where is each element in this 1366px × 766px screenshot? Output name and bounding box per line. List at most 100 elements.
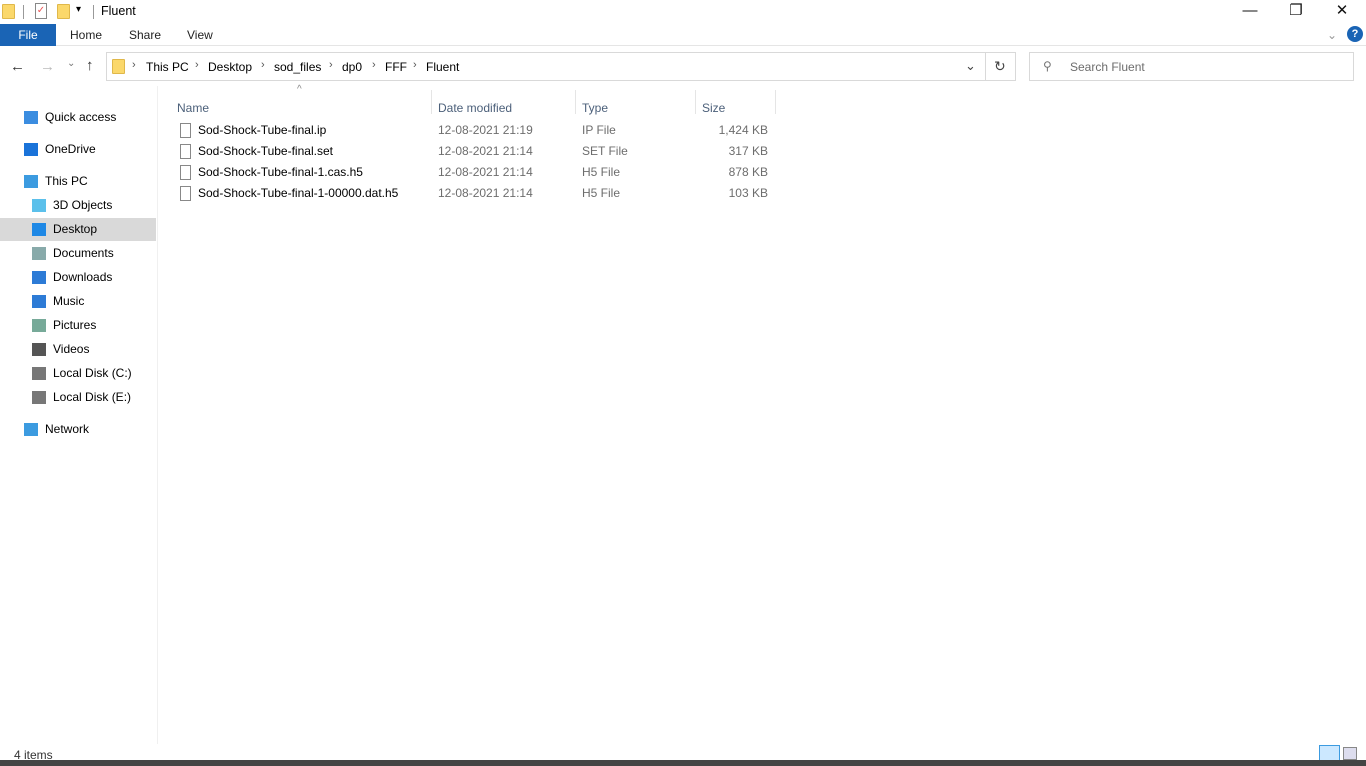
file-name: Sod-Shock-Tube-final.ip bbox=[198, 123, 327, 137]
sidebar-item-desktop[interactable]: Desktop bbox=[0, 218, 156, 241]
file-icon bbox=[180, 123, 191, 138]
forward-button[interactable]: → bbox=[40, 58, 55, 75]
folder-icon bbox=[2, 4, 15, 19]
sidebar-item-videos[interactable]: Videos bbox=[0, 338, 156, 361]
cloud-icon bbox=[24, 143, 38, 156]
navigation-pane: Quick access OneDrive This PC 3D Objects Des… bbox=[0, 105, 157, 745]
sidebar-item-pictures[interactable]: Pictures bbox=[0, 314, 156, 337]
sidebar-item-onedrive[interactable]: OneDrive bbox=[0, 138, 156, 161]
sidebar-item-label: Local Disk (C:) bbox=[53, 366, 132, 380]
tab-home[interactable]: Home bbox=[70, 24, 102, 46]
sidebar-item-downloads[interactable]: Downloads bbox=[0, 266, 156, 289]
sort-ascending-icon: ^ bbox=[297, 84, 302, 95]
sidebar-item-local-disk-c[interactable]: Local Disk (C:) bbox=[0, 362, 156, 385]
file-size: 878 KB bbox=[728, 165, 768, 179]
up-button[interactable]: ↑ bbox=[86, 57, 94, 74]
music-icon bbox=[32, 295, 46, 308]
search-input[interactable]: Search Fluent bbox=[1070, 60, 1145, 74]
column-header-type[interactable]: Type bbox=[582, 101, 608, 115]
sidebar-item-label: Documents bbox=[53, 246, 114, 260]
file-icon bbox=[180, 165, 191, 180]
file-date: 12-08-2021 21:14 bbox=[438, 186, 533, 200]
breadcrumb-fff[interactable]: FFF bbox=[385, 60, 407, 74]
file-name: Sod-Shock-Tube-final-1-00000.dat.h5 bbox=[198, 186, 399, 200]
drive-icon bbox=[32, 391, 46, 404]
close-button[interactable]: ✕ bbox=[1319, 0, 1365, 24]
address-dropdown-icon[interactable]: ⌄ bbox=[965, 58, 976, 74]
taskbar-edge bbox=[0, 760, 1366, 766]
properties-icon[interactable]: ✓ bbox=[35, 3, 47, 19]
ribbon: File Home Share View ⌄ ? bbox=[0, 24, 1366, 46]
sidebar-item-label: This PC bbox=[45, 174, 88, 188]
column-resize-handle[interactable] bbox=[431, 90, 432, 114]
sidebar-item-local-disk-e[interactable]: Local Disk (E:) bbox=[0, 386, 156, 409]
file-row[interactable]: Sod-Shock-Tube-final.ip 12-08-2021 21:19… bbox=[176, 120, 776, 141]
breadcrumb-this-pc[interactable]: This PC bbox=[146, 60, 189, 74]
sidebar-item-label: Videos bbox=[53, 342, 90, 356]
refresh-icon[interactable]: ↻ bbox=[994, 58, 1006, 75]
sidebar-item-label: Downloads bbox=[53, 270, 113, 284]
column-resize-handle[interactable] bbox=[775, 90, 776, 114]
sidebar-item-label: Quick access bbox=[45, 110, 117, 124]
sidebar-item-network[interactable]: Network bbox=[0, 418, 156, 441]
file-type: IP File bbox=[582, 123, 616, 137]
tab-view[interactable]: View bbox=[187, 24, 213, 46]
sidebar-item-label: 3D Objects bbox=[53, 198, 113, 212]
tab-share[interactable]: Share bbox=[129, 24, 161, 46]
breadcrumb-desktop[interactable]: Desktop bbox=[208, 60, 252, 74]
maximize-button[interactable]: ❐ bbox=[1273, 0, 1319, 24]
star-icon bbox=[24, 111, 38, 124]
breadcrumb-sod-files[interactable]: sod_files bbox=[274, 60, 321, 74]
file-row[interactable]: Sod-Shock-Tube-final.set 12-08-2021 21:1… bbox=[176, 141, 776, 162]
pane-divider[interactable] bbox=[157, 86, 158, 744]
sidebar-item-label: Desktop bbox=[53, 222, 98, 236]
file-size: 103 KB bbox=[728, 186, 768, 200]
file-type: SET File bbox=[582, 144, 628, 158]
search-box[interactable]: ⚲ Search Fluent bbox=[1029, 52, 1354, 81]
sidebar-item-music[interactable]: Music bbox=[0, 290, 156, 313]
divider bbox=[985, 53, 986, 80]
breadcrumb-fluent[interactable]: Fluent bbox=[426, 60, 459, 74]
column-resize-handle[interactable] bbox=[695, 90, 696, 114]
details-view-button[interactable] bbox=[1319, 745, 1340, 761]
back-button[interactable]: ← bbox=[10, 58, 25, 75]
download-icon bbox=[32, 271, 46, 284]
recent-locations-button[interactable]: ⌄ bbox=[67, 58, 75, 69]
customize-toolbar-icon[interactable]: ▾ bbox=[76, 4, 81, 15]
videos-icon bbox=[32, 343, 46, 356]
file-type: H5 File bbox=[582, 186, 621, 200]
expand-ribbon-icon[interactable]: ⌄ bbox=[1327, 24, 1337, 46]
file-size: 1,424 KB bbox=[718, 123, 768, 137]
column-header-date[interactable]: Date modified bbox=[438, 101, 512, 115]
file-name: Sod-Shock-Tube-final.set bbox=[198, 144, 333, 158]
file-size: 317 KB bbox=[728, 144, 768, 158]
large-icons-view-button[interactable] bbox=[1343, 747, 1357, 760]
divider bbox=[23, 5, 24, 19]
cube-icon bbox=[32, 199, 46, 212]
column-header-size[interactable]: Size bbox=[702, 101, 725, 115]
window-title: Fluent bbox=[101, 4, 136, 18]
sidebar-item-label: OneDrive bbox=[45, 142, 96, 156]
sidebar-item-quick-access[interactable]: Quick access bbox=[0, 106, 156, 129]
minimize-button[interactable]: — bbox=[1227, 0, 1273, 24]
column-resize-handle[interactable] bbox=[575, 90, 576, 114]
address-bar[interactable]: › This PC › Desktop › sod_files › dp0 › … bbox=[106, 52, 1016, 81]
sidebar-item-documents[interactable]: Documents bbox=[0, 242, 156, 265]
sidebar-item-this-pc[interactable]: This PC bbox=[0, 170, 156, 193]
breadcrumb-dp0[interactable]: dp0 bbox=[342, 60, 362, 74]
title-bar: ✓ ▾ Fluent — ❐ ✕ bbox=[0, 0, 1366, 24]
sidebar-item-3d-objects[interactable]: 3D Objects bbox=[0, 194, 156, 217]
new-folder-icon[interactable] bbox=[57, 4, 70, 19]
divider bbox=[93, 5, 94, 19]
tab-file[interactable]: File bbox=[0, 24, 56, 46]
column-header-name[interactable]: Name bbox=[177, 101, 209, 115]
file-row[interactable]: Sod-Shock-Tube-final-1-00000.dat.h5 12-0… bbox=[176, 183, 776, 204]
desktop-icon bbox=[32, 223, 46, 236]
file-type: H5 File bbox=[582, 165, 621, 179]
pictures-icon bbox=[32, 319, 46, 332]
sidebar-item-label: Pictures bbox=[53, 318, 97, 332]
computer-icon bbox=[24, 175, 38, 188]
documents-icon bbox=[32, 247, 46, 260]
file-row[interactable]: Sod-Shock-Tube-final-1.cas.h5 12-08-2021… bbox=[176, 162, 776, 183]
help-icon[interactable]: ? bbox=[1347, 26, 1363, 42]
